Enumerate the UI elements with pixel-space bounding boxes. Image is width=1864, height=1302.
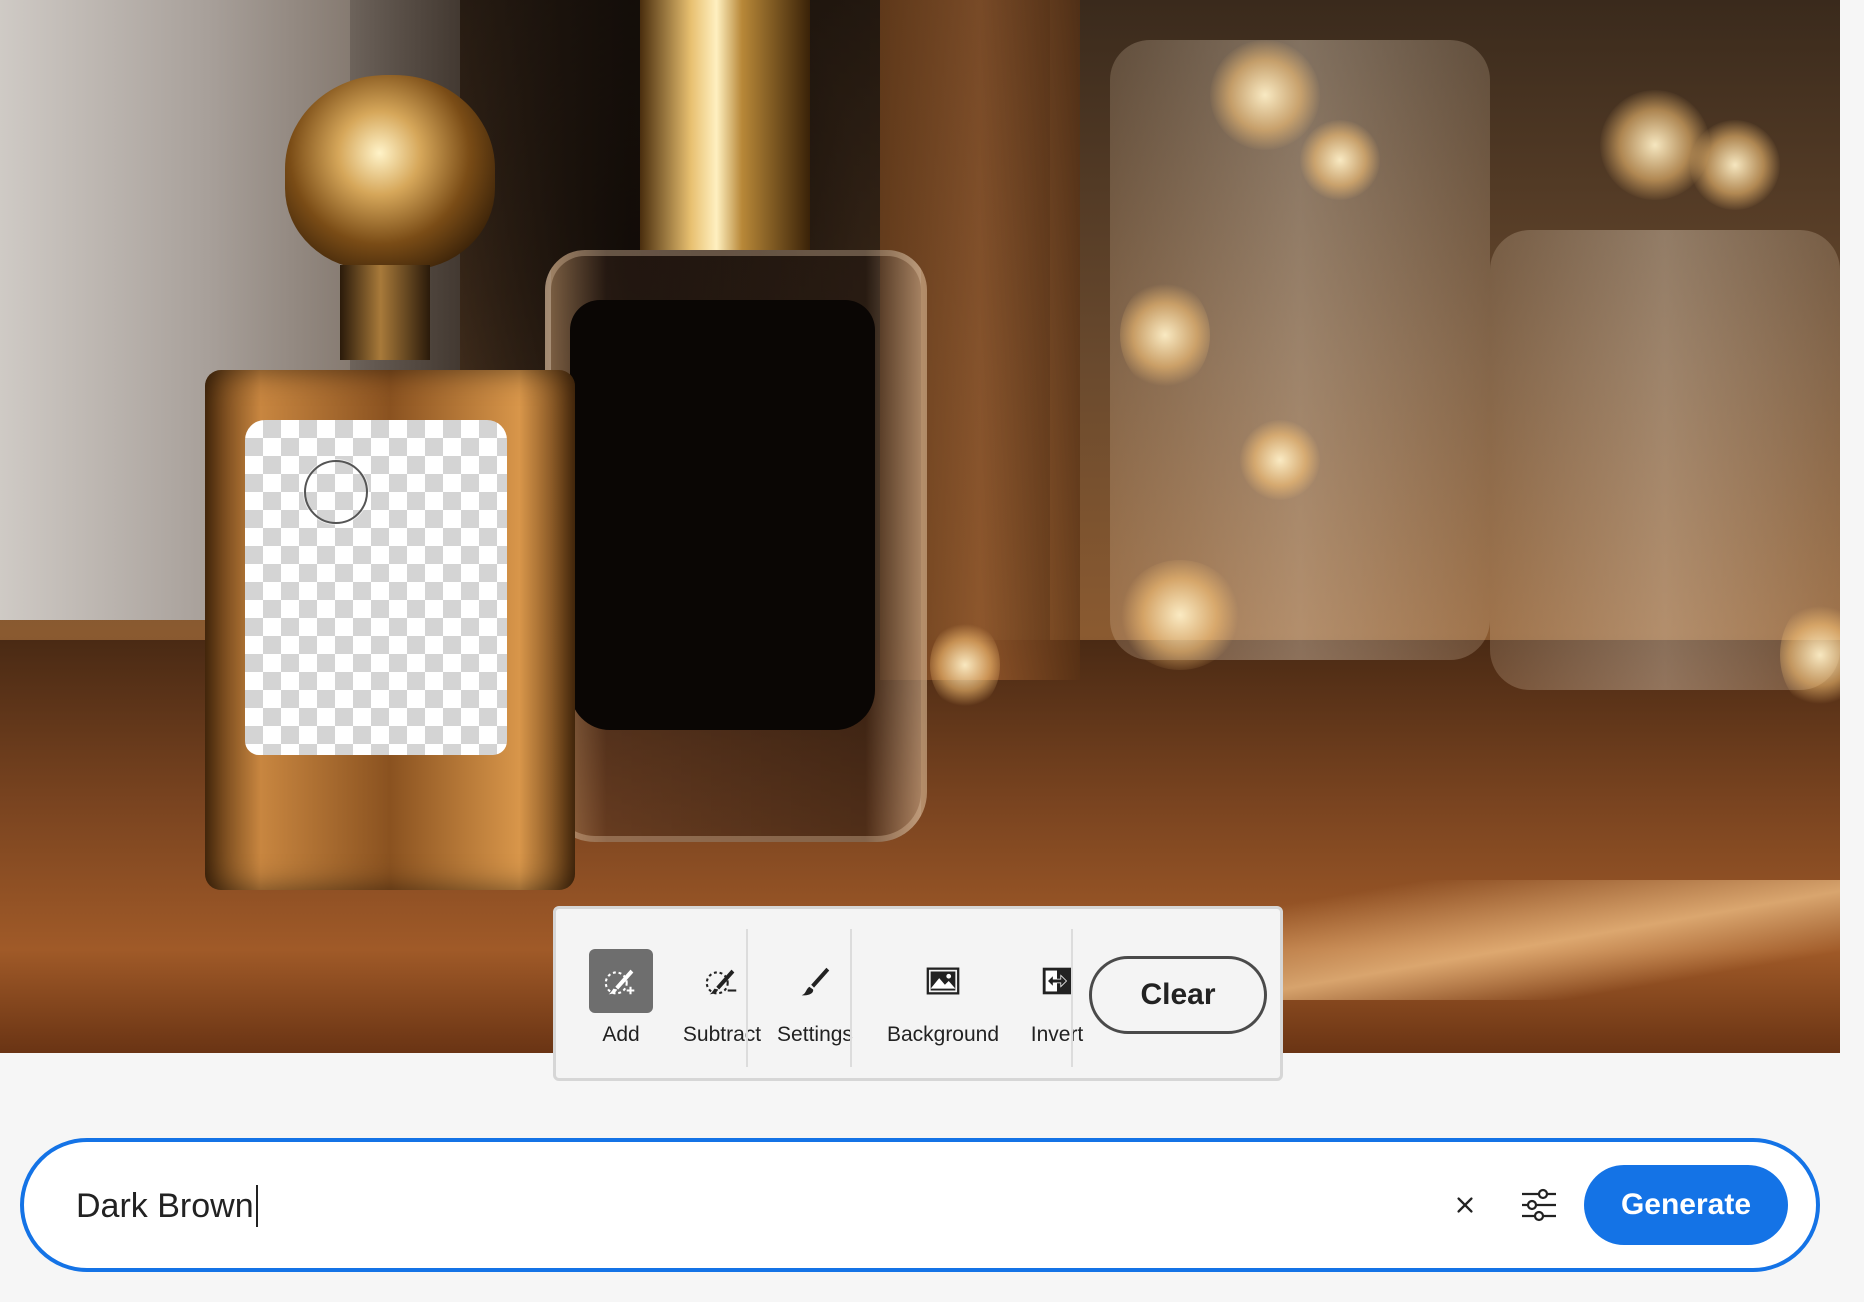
bokeh-light [1240,420,1320,500]
settings-tool-label: Settings [777,1023,853,1046]
brush-subtract-icon [690,949,754,1013]
clear-prompt-button[interactable] [1442,1182,1488,1228]
brush-add-icon [589,949,653,1013]
bokeh-light [930,620,1000,710]
close-icon [1457,1197,1473,1213]
selection-toolbar: Add Subtract Settings Background Invert … [553,906,1283,1081]
prompt-settings-button[interactable] [1512,1178,1566,1232]
image-canvas[interactable] [0,0,1840,1053]
prompt-bar: Dark Brown Generate [20,1138,1820,1272]
brush-cursor [304,460,368,524]
text-caret [255,1185,258,1227]
clear-button[interactable]: Clear [1089,956,1267,1034]
bottle-cap [640,0,810,250]
bottle-stopper [285,75,495,270]
prompt-input[interactable]: Dark Brown [76,1168,1376,1244]
prompt-text: Dark Brown [76,1186,254,1225]
toolbar-divider [1071,929,1073,1067]
bokeh-light [1210,40,1320,150]
bottle-neck [340,265,430,360]
bokeh-light [1120,560,1240,670]
sliders-icon [1522,1188,1556,1222]
invert-tool-label: Invert [1030,1023,1084,1046]
generate-button[interactable]: Generate [1584,1165,1788,1245]
bokeh-light [1690,120,1780,210]
bottle-liquid [570,300,875,730]
image-icon [911,949,975,1013]
masked-area [245,420,507,755]
invert-icon [1025,949,1089,1013]
bokeh-light [1300,120,1380,200]
toolbar-divider [746,929,748,1067]
toolbar-divider [850,929,852,1067]
brush-icon [783,949,847,1013]
bokeh-light [1120,280,1210,390]
settings-tool-button[interactable]: Settings [756,949,874,1047]
